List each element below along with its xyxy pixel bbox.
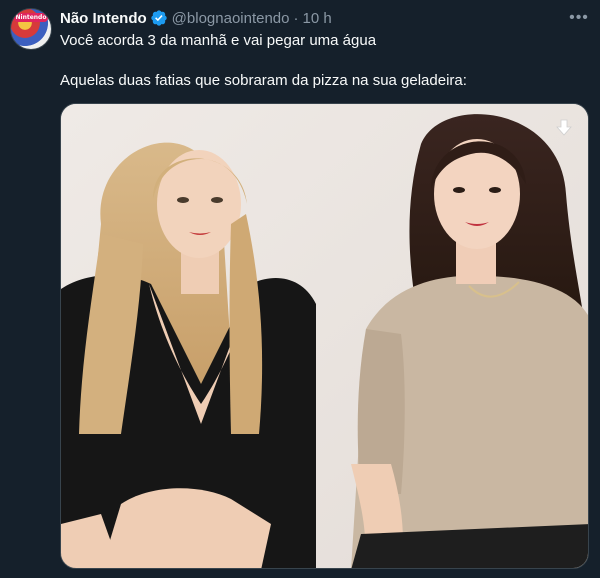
tweet-text: Você acorda 3 da manhã e vai pegar uma á… <box>60 31 590 91</box>
author-handle[interactable]: @blognaointendo <box>172 10 290 27</box>
tweet-text-line-2: Aquelas duas fatias que sobraram da pizz… <box>60 72 467 89</box>
avatar-label: Nintendo <box>14 13 48 22</box>
timestamp[interactable]: 10 h <box>303 10 332 27</box>
more-options-icon[interactable]: ••• <box>568 8 590 28</box>
tweet-text-line-1: Você acorda 3 da manhã e vai pegar uma á… <box>60 32 377 49</box>
tweet-media-photo[interactable] <box>60 103 589 569</box>
tweet-card[interactable]: Nintendo Não Intendo @blognaointendo · 1… <box>0 0 600 578</box>
verified-badge-icon <box>150 9 168 27</box>
photo-illustration <box>61 104 588 568</box>
separator-dot: · <box>293 9 299 27</box>
tweet-header: Não Intendo @blognaointendo · 10 h <box>60 8 332 28</box>
avatar[interactable]: Nintendo <box>10 8 52 50</box>
download-arrow-icon[interactable] <box>554 118 574 138</box>
author-name[interactable]: Não Intendo <box>60 10 147 27</box>
